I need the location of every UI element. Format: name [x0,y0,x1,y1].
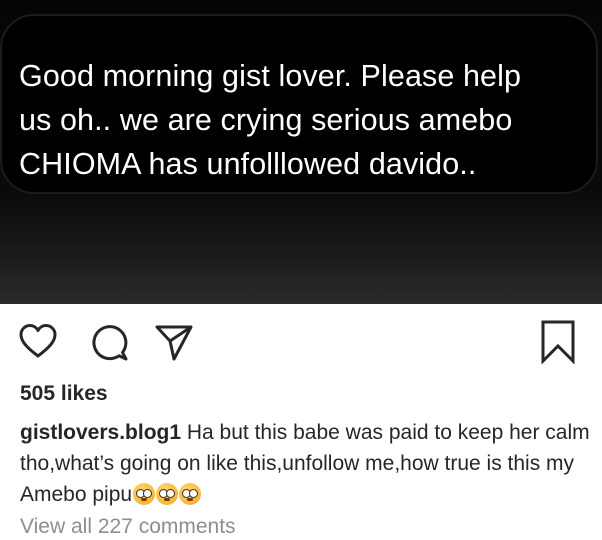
comment-icon[interactable] [89,322,129,362]
message-text: Good morning gist lover. Please help us … [19,54,589,186]
caption: gistlovers.blog1 Ha but this babe was pa… [20,417,590,510]
message-bubble: Good morning gist lover. Please help us … [0,14,598,194]
share-icon[interactable] [154,322,194,362]
post-image[interactable]: Good morning gist lover. Please help us … [0,0,602,304]
view-all-comments-link[interactable]: View all 227 comments [20,515,236,539]
flushed-face-emoji [179,483,202,505]
flushed-face-emoji [156,483,179,505]
bookmark-icon[interactable] [540,320,576,364]
message-line: CHIOMA has unfolllowed davido.. [19,147,477,181]
likes-count[interactable]: 505 likes [20,382,108,406]
message-line: Good morning gist lover. Please help [19,59,522,93]
flushed-face-emoji [133,483,156,505]
heart-icon[interactable] [18,322,58,362]
caption-username[interactable]: gistlovers.blog1 [20,421,181,444]
message-line: us oh.. we are crying serious amebo [19,103,513,137]
